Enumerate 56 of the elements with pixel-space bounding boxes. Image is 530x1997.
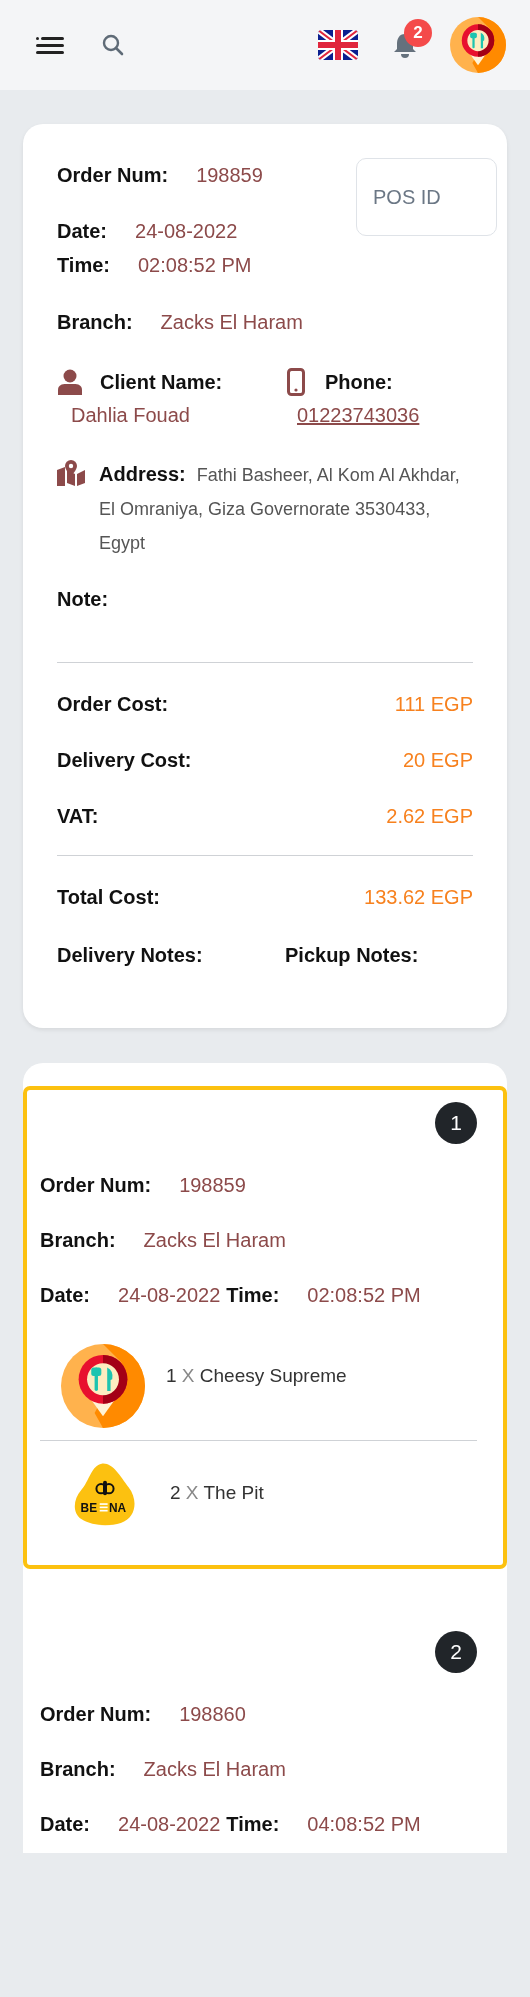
pos-id-field[interactable]: POS ID xyxy=(356,158,497,236)
flag-icon[interactable] xyxy=(318,30,358,60)
field-label: Time: xyxy=(226,1283,280,1308)
cost-value: 20 EGP xyxy=(402,748,473,773)
cost-value: 2.62 EGP xyxy=(386,804,473,829)
field-label: Time: xyxy=(226,1812,280,1837)
field-label: VAT: xyxy=(57,804,99,829)
field-label: Order Num: xyxy=(57,163,169,188)
item-text: 2 X The Pit xyxy=(170,1481,264,1505)
field-label: Date: xyxy=(40,1812,90,1837)
map-pin-icon xyxy=(57,460,85,486)
field-value: 198859 xyxy=(179,1173,246,1198)
field-value: 24-08-2022 xyxy=(118,1283,221,1308)
address-text: Address: Fathi Basheer, Al Kom Al Akhdar, El Omraniya, Giza Governorate 3530433, Egypt xyxy=(99,462,461,555)
field-value: Zacks El Haram xyxy=(143,1228,286,1253)
order-entry[interactable]: 2 Order Num: 198860 Branch: Zacks El Haram Date: 24-08-2022 Time: 04:08:52 PM xyxy=(23,1615,507,1843)
field-label: Time: xyxy=(57,253,110,278)
field-value: 02:08:52 PM xyxy=(307,1283,421,1308)
field-label: Note: xyxy=(57,588,109,610)
avatar[interactable] xyxy=(450,17,506,73)
person-icon xyxy=(57,369,83,395)
field-value: 02:08:52 PM xyxy=(138,253,252,278)
field-label: Phone: xyxy=(325,370,393,395)
field-label: Order Num: xyxy=(40,1173,152,1198)
field-label: Order Cost: xyxy=(57,692,169,717)
menu-icon[interactable] xyxy=(36,34,64,56)
order-number-badge: 1 xyxy=(435,1102,477,1144)
field-value: 24-08-2022 xyxy=(118,1812,221,1837)
field-label: Total Cost: xyxy=(57,885,160,910)
field-label: Date: xyxy=(57,219,107,244)
field-label: Pickup Notes: xyxy=(285,943,419,968)
field-value: 04:08:52 PM xyxy=(307,1812,421,1837)
search-icon[interactable] xyxy=(102,34,124,56)
field-value: Zacks El Haram xyxy=(160,311,303,333)
field-label: Branch: xyxy=(40,1757,116,1782)
field-value: Zacks El Haram xyxy=(143,1757,286,1782)
field-label: Date: xyxy=(40,1283,90,1308)
field-label: Client Name: xyxy=(100,370,223,395)
order-entry[interactable]: 1 Order Num: 198859 Branch: Zacks El Haram Date: 24-08-2022 Time: 02:08:52 PM 1 X Cheesy Supreme BE NA 2 X The Pit xyxy=(23,1086,507,1569)
field-label: Order Num: xyxy=(40,1702,152,1727)
phone-icon xyxy=(287,368,305,396)
field-label: Delivery Notes: xyxy=(57,943,204,968)
total-value: 133.62 EGP xyxy=(364,885,473,910)
field-value: 198859 xyxy=(196,163,263,188)
field-value: 24-08-2022 xyxy=(135,219,238,244)
order-number-badge: 2 xyxy=(435,1631,477,1673)
restaurant-logo xyxy=(450,17,506,73)
item-text: 1 X Cheesy Supreme xyxy=(166,1364,347,1388)
field-label: Branch: xyxy=(57,311,133,333)
field-value: Dahlia Fouad xyxy=(71,403,190,428)
phone-link[interactable]: 01223743036 xyxy=(297,400,420,430)
field-label: Delivery Cost: xyxy=(57,748,192,773)
cost-value: 111 EGP xyxy=(394,692,473,717)
field-label: Branch: xyxy=(40,1228,116,1253)
notification-badge: 2 xyxy=(404,19,432,47)
field-value: 198860 xyxy=(179,1702,246,1727)
